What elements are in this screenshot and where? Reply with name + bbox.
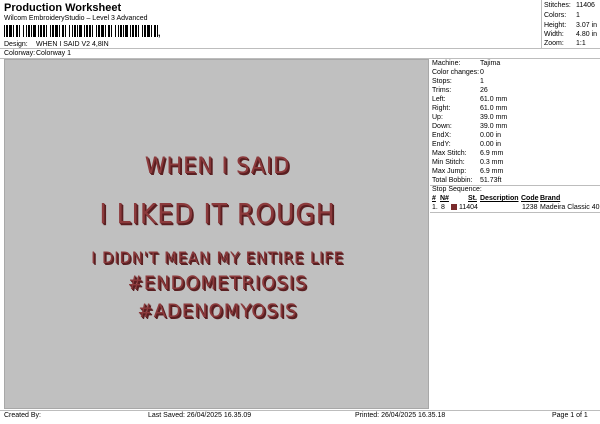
row-number: 1. [432, 204, 438, 211]
software-name: Wilcom EmbroideryStudio – Level 3 Advanc… [4, 15, 148, 22]
stats-divider [541, 0, 542, 49]
design-line-2: I LIKED IT ROUGH [99, 197, 336, 230]
colorway-name: Colorway 1 [36, 50, 72, 57]
printed-date: Printed: 26/04/2025 16.35.18 [355, 412, 446, 419]
last-saved: Last Saved: 26/04/2025 16.35.09 [148, 412, 252, 419]
design-label: Design: [4, 41, 28, 48]
footer-divider [0, 410, 600, 411]
column-header: N# [440, 195, 449, 202]
column-header: # [432, 195, 436, 202]
thread-color-swatch [451, 204, 457, 210]
created-by: Created By: [4, 412, 41, 419]
barcode-suffix: , [158, 28, 161, 38]
table-divider [430, 212, 600, 213]
design-line-1: WHEN I SAID [144, 154, 291, 179]
column-header: St. [468, 195, 477, 202]
design-line-3: I DIDN'T MEAN MY ENTIRE LIFE [91, 248, 344, 267]
thread-code: 1238 [522, 204, 538, 211]
design-line-5: #ADENOMYOSIS [137, 300, 298, 322]
page-title: Production Worksheet [4, 2, 122, 14]
stitch-count: 11404 [459, 204, 478, 211]
column-header: Code [521, 195, 539, 202]
page-number: Page 1 of 1 [552, 412, 588, 419]
stop-sequence-title: Stop Sequence: [432, 186, 482, 193]
design-name: WHEN I SAID V2 4,8IN [36, 41, 109, 48]
colorway-label: Colorway: [4, 50, 36, 57]
design-line-4: #ENDOMETRIOSIS [127, 272, 308, 294]
column-header: Brand [540, 195, 561, 202]
thread-brand: Madeira Classic 40 [540, 204, 600, 211]
needle-number: 8 [441, 204, 445, 211]
column-header: Description [480, 195, 519, 202]
design-preview: WHEN I SAID I LIKED IT ROUGH I DIDN'T ME… [4, 59, 429, 409]
header-divider [0, 48, 600, 49]
barcode [4, 25, 158, 37]
